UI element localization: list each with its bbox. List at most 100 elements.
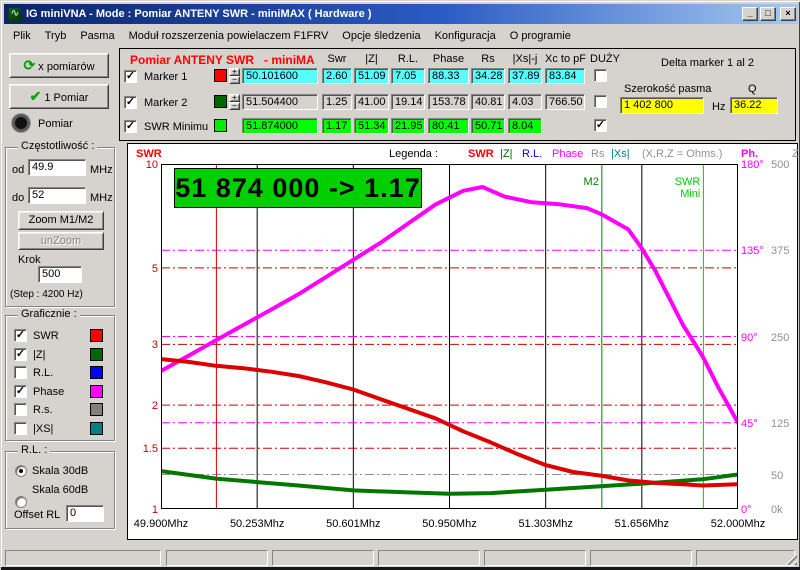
trace-color-|XS| (90, 422, 103, 435)
measure-title: Pomiar ANTENY SWR (130, 53, 254, 67)
marker-line-label-M2-0: M2 (547, 176, 599, 188)
marker-value-1-Swr: 2.60 (322, 68, 352, 84)
freq-from-unit: MHz (90, 164, 113, 176)
bandwidth-value: 1 402 800 (620, 97, 704, 114)
status-segment-2 (166, 550, 268, 566)
zoom-m1-m2-button[interactable]: Zoom M1/M2 (18, 211, 104, 230)
marker-color-1 (214, 69, 227, 82)
rl-scale-label-2: Skala 60dB (32, 484, 88, 496)
menu-item-1[interactable]: Plik (6, 28, 38, 44)
z-tick-375: 375 (771, 245, 789, 257)
z-tick-500: 500 (771, 159, 789, 171)
minimize-button[interactable]: _ (742, 7, 758, 21)
legend-item-1: SWR (468, 148, 494, 160)
marker-value-3-|Xs|-j: 8.04 (508, 118, 542, 134)
x-tick-4: 50.950Mhz (413, 518, 487, 530)
status-segment-1 (5, 550, 161, 566)
marker-frequency-1[interactable]: 50.101600 (242, 68, 318, 84)
trace-checkbox-R.s.[interactable] (14, 403, 27, 416)
marker-row-label-2: Marker 2 (144, 97, 187, 109)
freq-to-input[interactable]: 52 (28, 187, 86, 204)
x-tick-7: 52.000Mhz (701, 518, 775, 530)
rl-scale-radio-2[interactable] (15, 496, 27, 508)
marker-row-checkbox-1[interactable]: ✓ (124, 70, 137, 83)
menu-bar: PlikTrybPasmaModuł rozszerzenia powielac… (4, 25, 798, 46)
swr-minimum-readout: 51 874 000 -> 1.17 (174, 168, 422, 208)
trace-checkbox-SWR[interactable]: ✓ (14, 329, 27, 342)
marker-frequency-3[interactable]: 51.874000 (242, 118, 318, 134)
trace-label-Phase: Phase (33, 386, 64, 398)
marker-value-3-R.L.: 21.95 (391, 118, 425, 134)
bandwidth-unit: Hz (712, 101, 725, 113)
led-label: Pomiar (38, 118, 73, 130)
menu-item-5[interactable]: Opcje śledzenia (335, 28, 427, 44)
trace-label-|Z|: |Z| (33, 349, 45, 361)
marker-value-1-Rs: 34.28 (471, 68, 505, 84)
plot-area[interactable] (161, 164, 738, 509)
chart-svg (161, 164, 738, 509)
trace-checkbox-R.L.[interactable] (14, 366, 27, 379)
status-segment-3 (272, 550, 374, 566)
marker-row-checkbox-3[interactable]: ✓ (124, 120, 137, 133)
step-label: Krok (18, 254, 41, 266)
freq-from-input[interactable]: 49.9 (28, 159, 86, 176)
multi-measure-button[interactable]: ⟳ x pomiarów (9, 53, 109, 78)
trace-color-Phase (90, 385, 103, 398)
trace-checkbox-|Z|[interactable]: ✓ (14, 348, 27, 361)
swr-tick-3: 3 (132, 339, 158, 351)
marker-value-2-|Z|: 41.00 (354, 94, 389, 110)
marker-row-checkbox-2[interactable]: ✓ (124, 96, 137, 109)
trace-checkbox-Phase[interactable]: ✓ (14, 385, 27, 398)
menu-item-6[interactable]: Konfiguracja (428, 28, 503, 44)
traces-group-title: Graficznie : (18, 308, 80, 320)
duzy-checkbox-2[interactable] (594, 95, 607, 108)
trace-label-SWR: SWR (33, 330, 59, 342)
swr-tick-5: 5 (132, 263, 158, 275)
step-info: (Step : 4200 Hz) (10, 289, 83, 300)
status-segment-7 (696, 550, 795, 566)
single-measure-button[interactable]: ✔ 1 Pomiar (9, 84, 109, 109)
menu-item-7[interactable]: O programie (503, 28, 578, 44)
rl-scale-radio-1[interactable] (15, 465, 27, 477)
q-label: Q (748, 83, 757, 95)
spinner-down-icon[interactable]: − (229, 76, 240, 84)
offset-rl-input[interactable]: 0 (66, 505, 104, 522)
marker-spinner-1[interactable]: +− (229, 68, 240, 84)
swr-tick-10: 10 (132, 159, 158, 171)
refresh-icon: ⟳ (23, 57, 35, 73)
step-input[interactable]: 500 (38, 266, 82, 283)
marker-frequency-2[interactable]: 51.504400 (242, 94, 318, 110)
marker-color-2 (214, 95, 227, 108)
x-tick-6: 51.656Mhz (605, 518, 679, 530)
column-header-R.L.: R.L. (391, 53, 425, 65)
marker-value-1-Phase: 88.33 (428, 68, 469, 84)
spinner-down-icon[interactable]: − (229, 102, 240, 110)
legend-title: Legenda : (389, 148, 438, 160)
chart-panel: SWR Legenda :SWR|Z|R.L.PhaseRs|Xs|(X,R,Z… (127, 143, 798, 540)
z-tick-250: 250 (771, 332, 789, 344)
x-tick-1: 49.900Mhz (124, 518, 198, 530)
title-bar[interactable]: ∿ IG miniVNA - Mode : Pomiar ANTENY SWR … (4, 4, 798, 24)
marker-value-3-Phase: 80.41 (428, 118, 469, 134)
menu-item-4[interactable]: Moduł rozszerzenia powielaczem F1FRV (122, 28, 336, 44)
freq-to-label: do (12, 192, 24, 204)
unzoom-button[interactable]: unZoom (18, 232, 104, 250)
menu-item-3[interactable]: Pasma (73, 28, 121, 44)
duzy-checkbox-3[interactable]: ✓ (594, 119, 607, 132)
marker-value-1-|Z|: 51.09 (354, 68, 389, 84)
close-button[interactable]: × (780, 7, 796, 21)
duzy-checkbox-1[interactable] (594, 69, 607, 82)
menu-item-2[interactable]: Tryb (38, 28, 74, 44)
swr-tick-2: 2 (132, 400, 158, 412)
freq-to-unit: MHz (90, 192, 113, 204)
rl-scale-label-1: Skala 30dB (32, 465, 88, 477)
trace-color-R.L. (90, 366, 103, 379)
marker-value-3-Swr: 1.17 (322, 118, 352, 134)
marker-spinner-2[interactable]: +− (229, 94, 240, 110)
marker-value-1-|Xs|-j: 37.89 (508, 68, 542, 84)
maximize-button[interactable]: □ (760, 7, 776, 21)
column-header-|Xs|-j: |Xs|-j (508, 53, 542, 65)
trace-color-SWR (90, 329, 103, 342)
app-icon: ∿ (8, 7, 22, 21)
trace-checkbox-|XS|[interactable] (14, 422, 27, 435)
